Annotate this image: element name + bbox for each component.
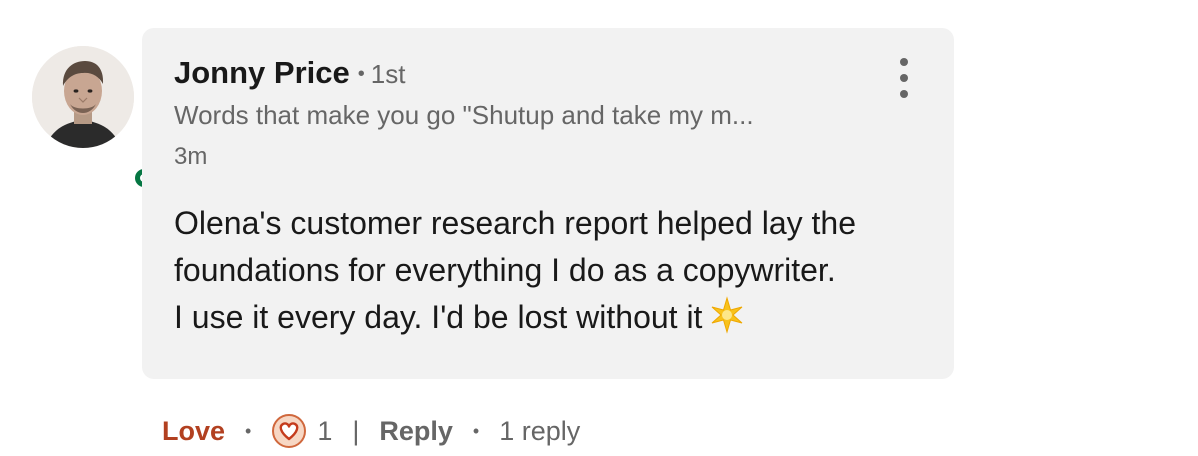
comment-actions: Love • 1 | Reply • 1 reply [162,410,580,452]
more-vertical-icon [900,58,908,66]
author-headline: Words that make you go "Shutup and take … [174,100,754,130]
comment-timestamp: 3m [174,143,208,170]
reaction-count[interactable]: 1 [317,416,332,447]
action-divider: | [352,415,360,446]
bullet-separator: • [245,420,252,441]
author-row: Jonny Price • 1st [174,55,405,91]
love-reaction-button[interactable]: Love [162,416,225,447]
author-name[interactable]: Jonny Price [174,55,350,90]
bullet-separator: • [357,63,365,85]
avatar[interactable] [32,46,134,148]
bullet-separator: • [472,420,480,441]
more-options-button[interactable] [890,58,918,98]
avatar-image [32,46,134,148]
comment-line: I use it every day. I'd be lost without … [174,294,934,347]
heart-icon[interactable] [271,413,307,449]
comment-text: Olena's customer research report helped … [174,200,934,347]
comment-bubble: Jonny Price • 1st Words that make you go "… [142,28,954,379]
replies-count-link[interactable]: 1 reply [499,416,580,447]
reply-button[interactable]: Reply [379,416,453,447]
comment-line: foundations for everything I do as a cop… [174,252,836,288]
sparkle-icon [708,296,746,347]
author-avatar-container[interactable] [32,46,156,190]
connection-degree: 1st [370,59,406,89]
comment-line: Olena's customer research report helped … [174,205,857,241]
